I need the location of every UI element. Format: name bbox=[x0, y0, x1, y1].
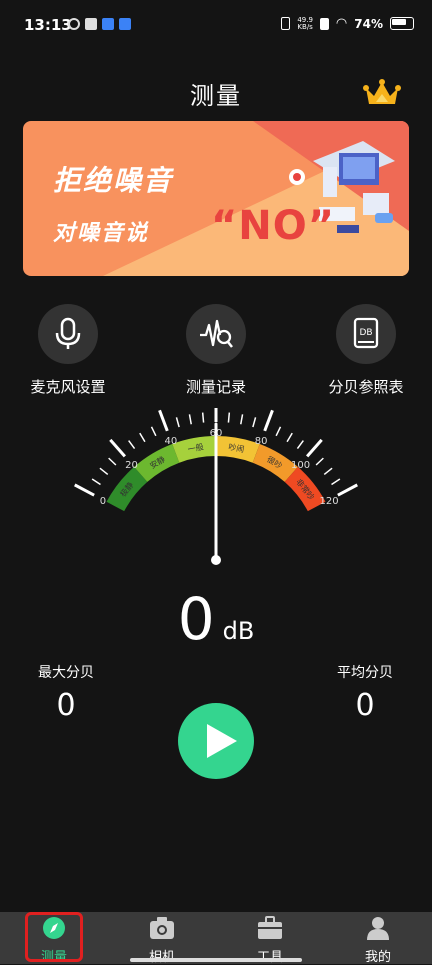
gauge-minor-tick bbox=[108, 457, 117, 466]
decibel-gauge: 020406080100120 极静安静一般吵闹很吵非常吵 bbox=[74, 408, 358, 565]
home-indicator bbox=[130, 958, 302, 962]
measure-records-button[interactable]: 测量记录 bbox=[156, 304, 276, 397]
tab-profile[interactable]: 我的 bbox=[324, 912, 432, 965]
tab-tools[interactable]: 工具 bbox=[216, 912, 324, 965]
max-db-stat: 最大分贝 0 bbox=[16, 662, 116, 723]
gauge-tick-label: 120 bbox=[319, 496, 338, 507]
status-bar: 13:13 49.9 KB/s ◠ 74% bbox=[0, 0, 432, 52]
user-icon bbox=[367, 917, 389, 940]
gauge-major-tick bbox=[306, 438, 323, 458]
notification-icon bbox=[68, 18, 80, 30]
microphone-icon bbox=[55, 317, 81, 349]
gauge-major-tick bbox=[109, 438, 126, 458]
gauge-minor-tick bbox=[331, 478, 341, 486]
avg-db-stat: 平均分贝 0 bbox=[315, 662, 415, 723]
banner-no-text: “NO” bbox=[211, 203, 336, 249]
camera-icon bbox=[150, 917, 174, 939]
reading-unit: dB bbox=[222, 617, 255, 645]
crown-icon[interactable] bbox=[362, 78, 402, 108]
gauge-major-tick bbox=[263, 409, 274, 432]
tab-camera[interactable]: 相机 bbox=[108, 912, 216, 965]
mic-settings-button[interactable]: 麦克风设置 bbox=[8, 304, 128, 397]
banner-headline: 拒绝噪音 bbox=[53, 164, 174, 197]
gauge-minor-tick bbox=[188, 414, 192, 425]
toolbox-icon bbox=[258, 916, 282, 939]
status-right: 49.9 KB/s ◠ 74% bbox=[281, 16, 414, 31]
gauge-minor-tick bbox=[252, 417, 257, 428]
mail-icon bbox=[85, 18, 97, 30]
gauge-minor-tick bbox=[227, 412, 231, 423]
gauge-tick-label: 100 bbox=[291, 460, 310, 471]
gauge-minor-tick bbox=[139, 432, 146, 443]
svg-text:DB: DB bbox=[359, 328, 372, 338]
measure-records-label: 测量记录 bbox=[185, 378, 246, 396]
db-reference-label: 分贝参照表 bbox=[328, 378, 404, 396]
gauge-minor-tick bbox=[128, 440, 136, 450]
mic-settings-label: 麦克风设置 bbox=[30, 378, 106, 396]
db-reference-button[interactable]: DB 分贝参照表 bbox=[306, 304, 426, 397]
battery-icon bbox=[390, 17, 414, 30]
max-db-label: 最大分贝 bbox=[38, 665, 94, 681]
waveform-search-icon bbox=[200, 319, 233, 348]
battery-percent: 74% bbox=[354, 16, 383, 31]
gauge-minor-tick bbox=[296, 440, 304, 450]
vibrate-icon bbox=[281, 17, 291, 30]
active-tab-highlight bbox=[25, 912, 83, 962]
promo-banner[interactable]: 拒绝噪音 对噪音说 “NO” bbox=[23, 121, 409, 276]
gauge-minor-tick bbox=[240, 414, 244, 425]
gauge-minor-tick bbox=[91, 478, 101, 486]
tab-tools-label: 工具 bbox=[216, 946, 324, 965]
wifi-icon: ◠ bbox=[335, 16, 348, 31]
gauge-minor-tick bbox=[99, 467, 109, 475]
alipay-icon bbox=[119, 18, 131, 30]
status-time: 13:13 bbox=[24, 16, 72, 34]
bottom-tab-bar: 测量 相机 工具 我的 bbox=[0, 912, 432, 965]
db-table-icon: DB bbox=[353, 317, 379, 349]
gauge-minor-tick bbox=[323, 467, 333, 475]
notification-icons bbox=[68, 18, 131, 30]
gauge-major-tick bbox=[337, 483, 358, 497]
gauge-minor-tick bbox=[175, 417, 180, 428]
gauge-major-tick bbox=[158, 409, 169, 432]
tab-camera-label: 相机 bbox=[108, 946, 216, 965]
gauge-tick-label: 0 bbox=[100, 496, 106, 507]
gauge-tick-label: 20 bbox=[125, 460, 138, 471]
app-notification-icon bbox=[102, 18, 114, 30]
tab-profile-label: 我的 bbox=[364, 950, 391, 965]
gauge-major-tick bbox=[74, 483, 95, 497]
gauge-minor-tick bbox=[315, 457, 324, 466]
gauge-tick-label: 40 bbox=[164, 436, 177, 447]
max-db-value: 0 bbox=[56, 688, 76, 723]
reading-value: 0 bbox=[177, 585, 215, 653]
start-measure-button[interactable] bbox=[178, 703, 254, 779]
no-sim-icon bbox=[319, 17, 329, 30]
gauge-minor-tick bbox=[286, 432, 293, 443]
avg-db-value: 0 bbox=[355, 688, 375, 723]
avg-db-label: 平均分贝 bbox=[337, 665, 393, 681]
gauge-tick-label: 80 bbox=[255, 436, 268, 447]
gauge-minor-tick bbox=[201, 412, 205, 423]
gauge-hub bbox=[211, 555, 221, 565]
gauge-minor-tick bbox=[150, 426, 157, 437]
current-reading: 0 dB bbox=[0, 585, 432, 653]
measure-records-circle[interactable] bbox=[186, 304, 246, 364]
banner-subheadline: 对噪音说 bbox=[53, 221, 150, 246]
gauge-minor-tick bbox=[275, 426, 282, 437]
net-speed: 49.9 KB/s bbox=[297, 15, 313, 31]
db-reference-circle[interactable]: DB bbox=[336, 304, 396, 364]
mic-settings-circle[interactable] bbox=[38, 304, 98, 364]
